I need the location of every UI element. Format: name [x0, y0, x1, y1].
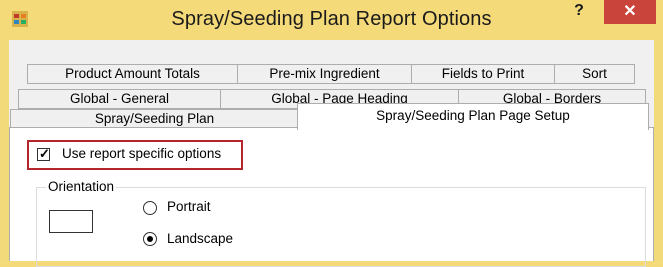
landscape-label[interactable]: Landscape	[167, 231, 233, 246]
tab-pre-mix-ingredient[interactable]: Pre-mix Ingredient	[237, 64, 412, 84]
tab-fields-to-print[interactable]: Fields to Print	[411, 64, 555, 84]
checkmark-icon: ✓	[39, 146, 50, 161]
use-report-specific-label[interactable]: Use report specific options	[62, 146, 221, 161]
close-button[interactable]: ✕	[604, 0, 656, 24]
radio-selected-dot	[147, 236, 153, 242]
orientation-groupbox	[36, 187, 646, 267]
orientation-legend: Orientation	[46, 179, 117, 194]
tab-product-amount-totals[interactable]: Product Amount Totals	[27, 64, 238, 84]
portrait-label[interactable]: Portrait	[167, 199, 211, 214]
tab-sort[interactable]: Sort	[554, 64, 635, 84]
window-title: Spray/Seeding Plan Report Options	[171, 8, 492, 30]
title-bar: Spray/Seeding Plan Report Options ? ✕	[0, 0, 663, 40]
portrait-radio[interactable]	[143, 201, 157, 215]
orientation-preview	[49, 210, 93, 233]
help-button[interactable]: ?	[567, 1, 591, 23]
dialog-window: Spray/Seeding Plan Report Options ? ✕ Pr…	[0, 0, 663, 267]
tab-global-general[interactable]: Global - General	[18, 89, 221, 109]
tab-page-border	[9, 127, 298, 128]
landscape-radio[interactable]	[143, 232, 157, 246]
tab-spray-seeding-plan[interactable]: Spray/Seeding Plan	[10, 109, 299, 129]
use-report-specific-checkbox[interactable]: ✓	[37, 146, 50, 161]
tab-spray-seeding-plan-page-setup[interactable]: Spray/Seeding Plan Page Setup	[297, 103, 649, 130]
